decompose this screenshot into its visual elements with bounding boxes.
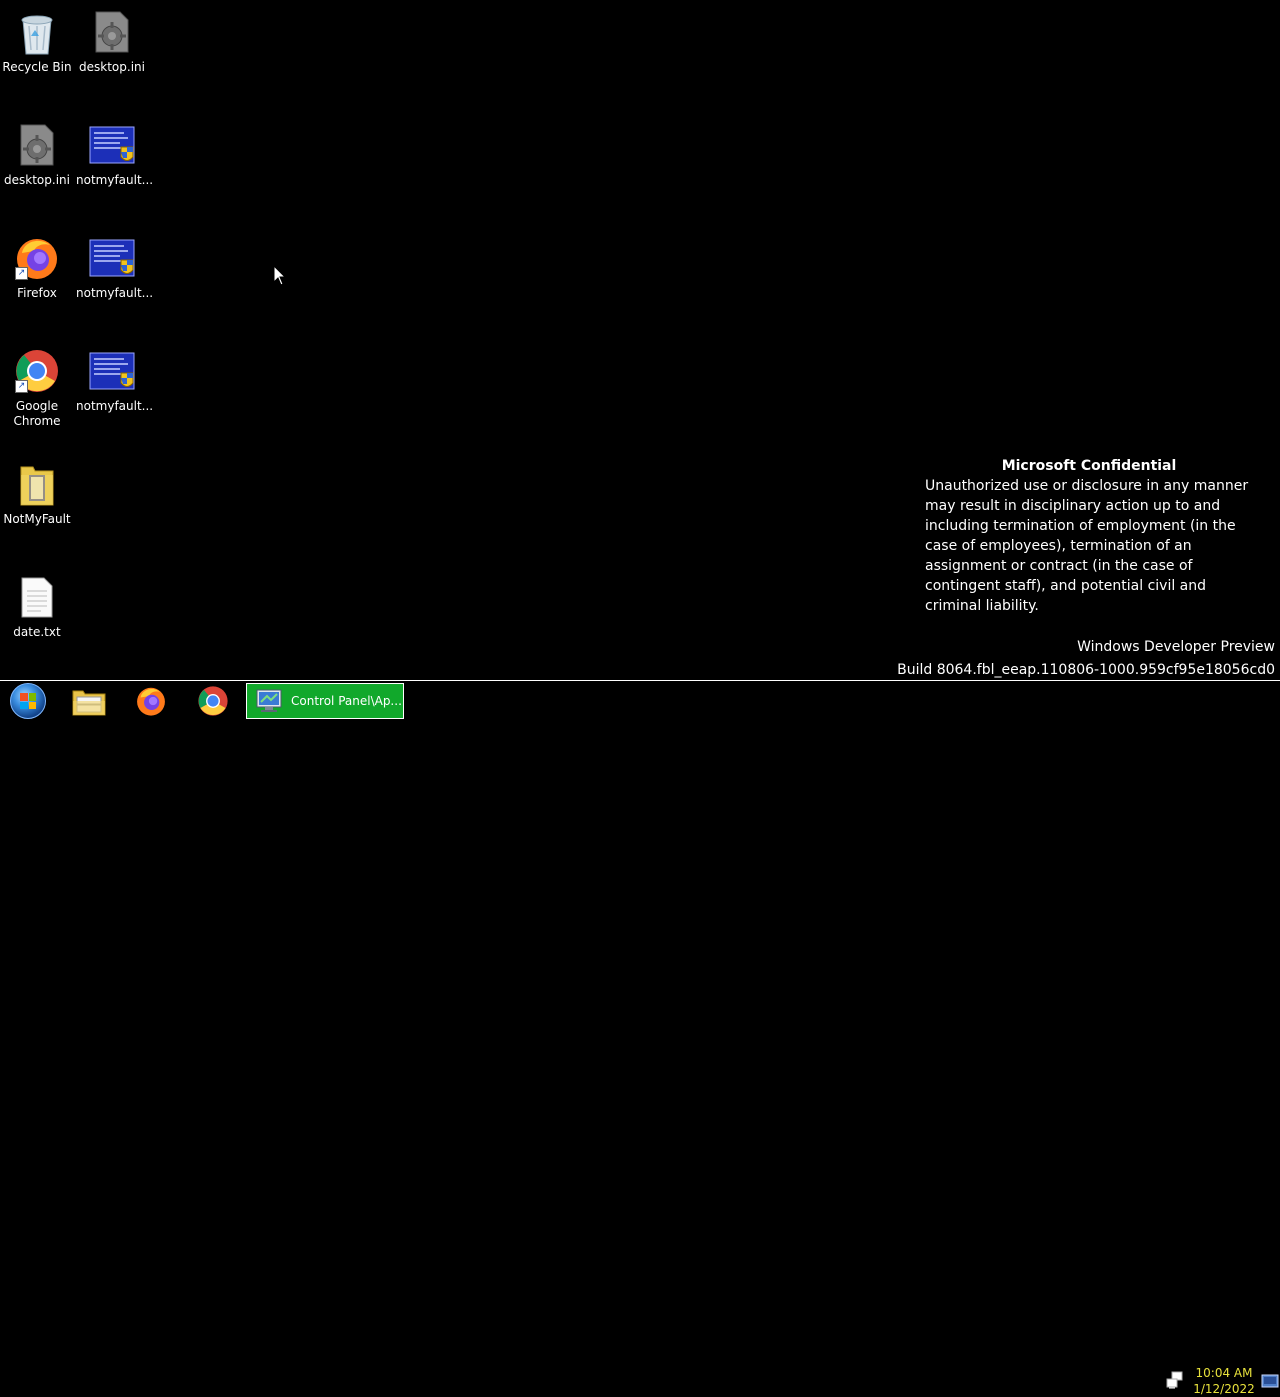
desktop-icon-firefox[interactable]: ↗ Firefox <box>1 234 73 301</box>
desktop-icon-desktop-ini[interactable]: desktop.ini <box>76 8 148 75</box>
taskbar-control-panel-window[interactable]: Control Panel\Ap... <box>246 683 404 719</box>
desktop-icon-label: notmyfault... <box>76 399 154 413</box>
taskbar-clock[interactable]: 10:04 AM 1/12/2022 <box>1192 1365 1256 1397</box>
notmyfault-app-icon <box>88 347 136 395</box>
desktop-icon-label: notmyfault... <box>76 173 154 187</box>
taskbar-firefox[interactable] <box>128 683 174 719</box>
settings-file-icon <box>88 8 136 56</box>
taskbar-chrome[interactable] <box>190 683 236 719</box>
desktop-icon-label: desktop.ini <box>4 173 70 187</box>
chrome-icon: ↗ <box>13 347 61 395</box>
taskbar: Control Panel\Ap... 10:04 AM 1/12/2022 <box>0 680 1280 1396</box>
desktop-icon-label: Recycle Bin <box>2 60 72 74</box>
recycle-bin-icon <box>13 8 61 56</box>
firefox-icon: ↗ <box>13 234 61 282</box>
show-desktop-icon[interactable] <box>1260 1371 1280 1391</box>
desktop-icon-recycle-bin[interactable]: Recycle Bin <box>1 8 73 75</box>
windows-explorer-icon <box>72 690 106 716</box>
firefox-icon <box>137 687 165 716</box>
windows-logo-icon <box>10 683 46 719</box>
taskbar-windows-explorer[interactable] <box>66 683 112 719</box>
settings-file-icon <box>13 121 61 169</box>
desktop-icon-label: desktop.ini <box>79 60 145 74</box>
confidential-title: Microsoft Confidential <box>1001 458 1177 474</box>
desktop-icon-date-txt[interactable]: date.txt <box>1 573 73 640</box>
desktop-icon-label: NotMyFault <box>3 512 71 526</box>
notmyfault-app-icon <box>88 234 136 282</box>
desktop-icon-label: notmyfault... <box>76 286 154 300</box>
desktop-icon-notmyfault[interactable]: notmyfault... <box>76 121 154 188</box>
confidential-notice: Microsoft Confidential Unauthorized use … <box>925 456 1265 616</box>
folder-icon <box>13 460 61 508</box>
watermark-build: Build 8064.fbl_eeap.110806-1000.959cf95e… <box>897 662 1275 678</box>
clock-time: 10:04 AM <box>1195 1366 1253 1380</box>
desktop[interactable]: Recycle Bin desktop.ini ↗ Firefox ↗ Goog… <box>0 0 1280 680</box>
desktop-icon-label: Google Chrome <box>13 399 61 428</box>
network-icon[interactable] <box>1166 1371 1184 1389</box>
confidential-body: Unauthorized use or disclosure in any ma… <box>925 478 1249 614</box>
mouse-cursor-icon <box>273 265 287 286</box>
shortcut-arrow-icon: ↗ <box>15 380 28 393</box>
build-watermark: Windows Developer Preview Build 8064.fbl… <box>897 636 1275 682</box>
notmyfault-app-icon <box>88 121 136 169</box>
desktop-icon-notmyfault-folder[interactable]: NotMyFault <box>1 460 73 527</box>
desktop-icon-notmyfault[interactable]: notmyfault... <box>76 234 154 301</box>
desktop-icon-label: Firefox <box>17 286 57 300</box>
desktop-icon-google-chrome[interactable]: ↗ Google Chrome <box>1 347 73 429</box>
taskbar-window-label: Control Panel\Ap... <box>291 694 402 708</box>
shortcut-arrow-icon: ↗ <box>15 267 28 280</box>
desktop-icon-label: date.txt <box>13 625 61 639</box>
clock-date: 1/12/2022 <box>1193 1382 1255 1396</box>
control-panel-icon <box>256 689 282 712</box>
watermark-product: Windows Developer Preview <box>1077 639 1275 655</box>
text-file-icon <box>13 573 61 621</box>
desktop-icon-notmyfault[interactable]: notmyfault... <box>76 347 154 414</box>
chrome-icon <box>198 686 228 716</box>
desktop-icon-desktop-ini[interactable]: desktop.ini <box>1 121 73 188</box>
start-button[interactable] <box>4 683 52 719</box>
